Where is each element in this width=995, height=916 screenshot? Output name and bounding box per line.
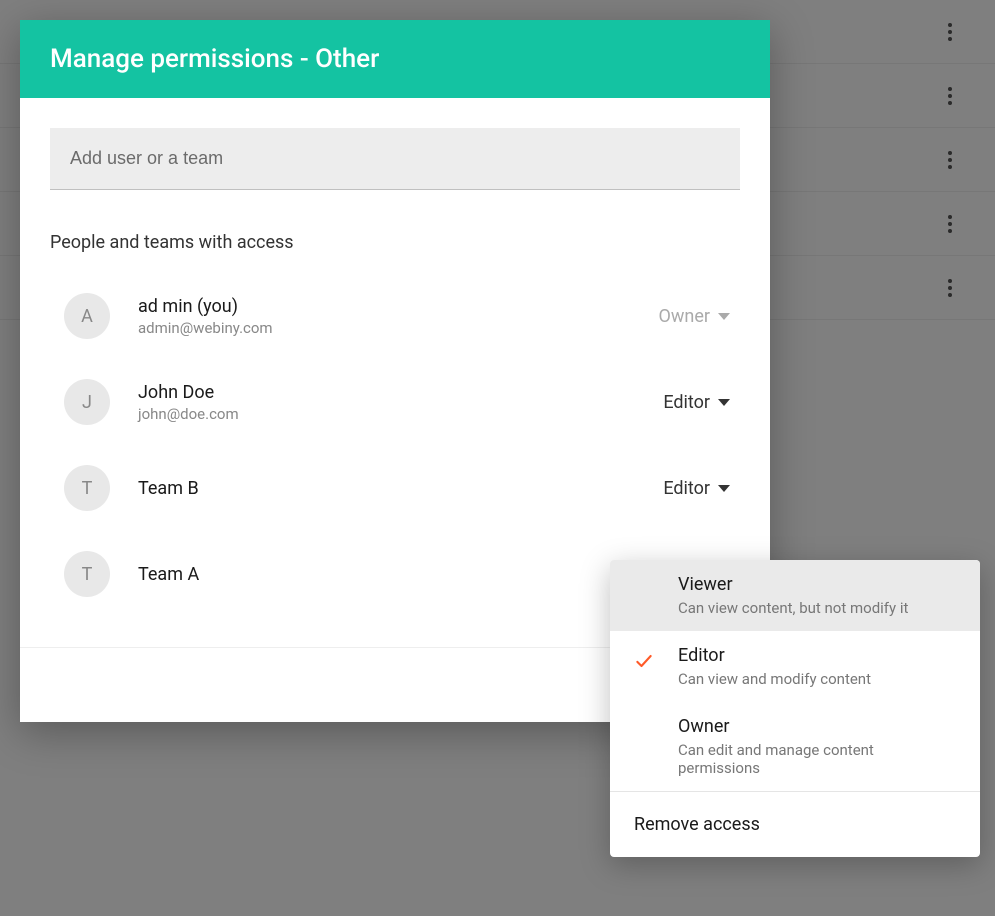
access-info: John Doe john@doe.com: [138, 382, 663, 423]
add-user-input[interactable]: [50, 128, 740, 190]
avatar: J: [64, 379, 110, 425]
check-icon: [634, 651, 654, 671]
role-dropdown-menu: Viewer Can view content, but not modify …: [610, 560, 980, 857]
role-option-desc: Can view and modify content: [678, 670, 956, 688]
access-row: T Team B Editor: [50, 445, 740, 531]
role-selector[interactable]: Editor: [663, 392, 730, 413]
chevron-down-icon: [718, 485, 730, 492]
role-option-title: Viewer: [678, 574, 956, 595]
access-name: ad min (you): [138, 296, 659, 317]
role-selector-owner: Owner: [659, 306, 731, 327]
avatar: A: [64, 293, 110, 339]
access-info: Team B: [138, 478, 663, 499]
access-email: john@doe.com: [138, 405, 663, 423]
access-name: John Doe: [138, 382, 663, 403]
role-selector[interactable]: Editor: [663, 478, 730, 499]
role-label: Editor: [663, 478, 710, 499]
chevron-down-icon: [718, 313, 730, 320]
avatar: T: [64, 465, 110, 511]
access-name: Team B: [138, 478, 663, 499]
access-email: admin@webiny.com: [138, 319, 659, 337]
access-row: A ad min (you) admin@webiny.com Owner: [50, 273, 740, 359]
access-row: J John Doe john@doe.com Editor: [50, 359, 740, 445]
modal-title: Manage permissions - Other: [20, 20, 770, 98]
avatar: T: [64, 551, 110, 597]
access-info: ad min (you) admin@webiny.com: [138, 296, 659, 337]
role-option-title: Owner: [678, 716, 956, 737]
role-option-title: Editor: [678, 645, 956, 666]
role-option-owner[interactable]: Owner Can edit and manage content permis…: [610, 702, 980, 791]
role-option-desc: Can view content, but not modify it: [678, 599, 956, 617]
role-option-desc: Can edit and manage content permissions: [678, 741, 956, 777]
role-label: Owner: [659, 306, 711, 327]
chevron-down-icon: [718, 399, 730, 406]
remove-access-option[interactable]: Remove access: [610, 792, 980, 857]
role-label: Editor: [663, 392, 710, 413]
role-option-viewer[interactable]: Viewer Can view content, but not modify …: [610, 560, 980, 631]
role-option-editor[interactable]: Editor Can view and modify content: [610, 631, 980, 702]
access-section-label: People and teams with access: [50, 232, 740, 253]
